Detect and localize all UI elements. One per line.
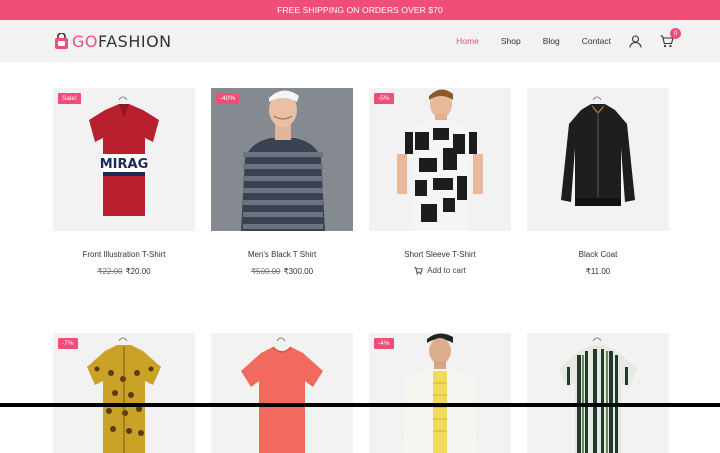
product-grid: Sale! MIRAG Front Illustration T-Shirt ₹… (53, 88, 669, 453)
logo-text: GOFASHION (72, 32, 172, 51)
printed-shirt-model-image (397, 89, 483, 231)
yellow-patterned-shirt-image (87, 337, 161, 453)
product-price: ₹500.00 ₹300.00 (211, 267, 353, 276)
black-coat-image (561, 96, 635, 206)
cart-icon (414, 266, 423, 275)
striped-tee-model-image (211, 88, 353, 231)
product-image[interactable]: -7% (53, 333, 195, 453)
product-name[interactable]: Black Coat (527, 250, 669, 259)
cart-count-badge: 0 (670, 27, 681, 39)
nav-shop[interactable]: Shop (501, 36, 521, 46)
product-card[interactable]: Sale! MIRAG Front Illustration T-Shirt ₹… (53, 88, 195, 276)
old-price: ₹500.00 (250, 267, 281, 276)
svg-text:MIRAG: MIRAG (100, 157, 149, 172)
shopping-bag-icon (54, 31, 69, 50)
logo-main: FASHION (98, 31, 172, 51)
white-shirt-model-image (403, 333, 477, 453)
discount-badge: -4% (374, 338, 394, 349)
logo[interactable]: GOFASHION (54, 32, 172, 51)
product-card[interactable]: -5% Short Sleeve T-Shirt Add to cart (369, 88, 511, 276)
product-name[interactable]: Front Illustration T-Shirt (53, 250, 195, 259)
discount-badge: -5% (374, 93, 394, 104)
current-price: ₹11.00 (585, 267, 611, 276)
add-to-cart-label: Add to cart (427, 266, 466, 275)
current-price: ₹20.00 (125, 267, 151, 276)
nav-blog[interactable]: Blog (543, 36, 560, 46)
cart-icon[interactable]: 0 (660, 27, 681, 48)
product-card[interactable]: -40% Men's Black T Shirt ₹500.00 ₹300.00 (211, 88, 353, 276)
product-image[interactable] (211, 333, 353, 453)
product-image[interactable]: Sale! MIRAG (53, 88, 195, 231)
user-icon[interactable] (629, 34, 642, 48)
product-name[interactable]: Men's Black T Shirt (211, 250, 353, 259)
product-image[interactable] (527, 88, 669, 231)
old-price: ₹22.00 (97, 267, 123, 276)
promo-banner: FREE SHIPPING ON ORDERS OVER $70 (0, 0, 720, 20)
product-card[interactable] (211, 333, 353, 453)
product-image[interactable]: -5% (369, 88, 511, 231)
product-image[interactable]: -40% (211, 88, 353, 231)
product-card[interactable]: Black Coat ₹11.00 (527, 88, 669, 276)
main-nav: Home Shop Blog Contact 0 (434, 27, 681, 48)
add-to-cart-button[interactable]: Add to cart (369, 266, 511, 275)
product-card[interactable] (527, 333, 669, 453)
sale-badge: Sale! (58, 93, 81, 104)
current-price: ₹300.00 (283, 267, 314, 276)
discount-badge: -7% (58, 338, 78, 349)
product-card[interactable]: -7% (53, 333, 195, 453)
product-price: ₹22.00 ₹20.00 (53, 267, 195, 276)
discount-badge: -40% (216, 93, 240, 104)
coral-tshirt-image (241, 337, 323, 453)
product-card[interactable]: -4% (369, 333, 511, 453)
striped-shirt-image (559, 337, 637, 453)
bottom-edge (0, 403, 720, 407)
product-image[interactable] (527, 333, 669, 453)
product-image[interactable]: -4% (369, 333, 511, 453)
nav-contact[interactable]: Contact (582, 36, 611, 46)
site-header: GOFASHION Home Shop Blog Contact 0 (0, 20, 720, 62)
product-price: ₹11.00 (527, 267, 669, 276)
logo-accent: GO (72, 31, 98, 51)
product-name[interactable]: Short Sleeve T-Shirt (369, 250, 511, 259)
promo-text: FREE SHIPPING ON ORDERS OVER $70 (277, 5, 443, 15)
nav-home[interactable]: Home (456, 36, 479, 46)
red-polo-shirt-image: MIRAG (89, 96, 159, 216)
